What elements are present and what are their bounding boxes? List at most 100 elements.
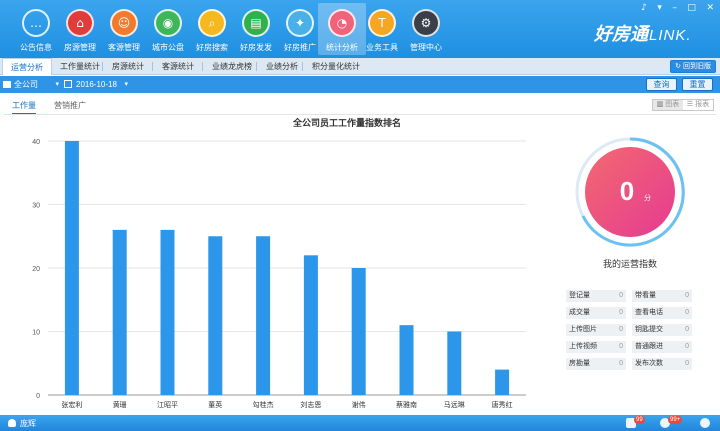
score-label: 我的运营指数 [602, 259, 657, 269]
user-icon [8, 419, 16, 427]
nav-business-tools[interactable]: T 业务工具 [360, 3, 404, 55]
tab-customer-stats[interactable]: 客源统计 [154, 58, 202, 75]
tab-points-stats[interactable]: 积分量化统计 [304, 58, 368, 75]
nav-city-pool[interactable]: ◉ 城市公盘 [146, 3, 190, 55]
tab-house-stats[interactable]: 房源统计 [104, 58, 152, 75]
stat-value: 0 [619, 360, 623, 367]
chevron-down-icon: ▾ [55, 81, 59, 88]
stat-follow-ups: 普通跟进 0 [632, 341, 692, 353]
nav-house-publish[interactable]: ▤ 好房发发 [234, 3, 278, 55]
status-bar: 庞辉 99 99+ [0, 415, 720, 431]
workload-bar-chart: 全公司员工工作量指数排名 0 10 20 30 40 张宏利 黄珊 江昭平 董英 勾桂杰 刘志恩 谢伟 蔡… [32, 117, 526, 409]
current-user[interactable]: 庞辉 [8, 418, 36, 429]
tab-workload[interactable]: 工作量 [12, 100, 36, 115]
x-tick-label: 刘志恩 [300, 400, 321, 409]
stat-label: 房勘量 [569, 360, 590, 367]
refresh-icon: ↻ [675, 63, 682, 70]
tab-separator [202, 62, 203, 71]
chart-title: 全公司员工工作量指数排名 [292, 117, 401, 128]
reset-button[interactable]: 重置 [682, 78, 713, 91]
nav-house-search[interactable]: ⌕ 好房搜索 [190, 3, 234, 55]
stat-deals: 成交量 0 [566, 307, 626, 319]
sub-tab-bar: 运营分析 工作量统计 房源统计 客源统计 业绩龙虎榜 业绩分析 积分量化统计 ↻… [0, 58, 720, 75]
stat-label: 查看电话 [635, 309, 663, 316]
announcement-icon: … [22, 9, 50, 37]
house-icon: ⌂ [66, 9, 94, 37]
company-value: 全公司 [14, 80, 38, 89]
score-value: 0 [620, 176, 634, 206]
management-icon: ⚙ [412, 9, 440, 37]
query-button[interactable]: 查询 [646, 78, 677, 91]
maximize-icon[interactable]: □ [687, 3, 696, 13]
back-to-old-version-button[interactable]: ↻ 回到旧版 [670, 60, 716, 73]
tab-performance-analysis[interactable]: 业绩分析 [258, 58, 306, 75]
bar [208, 236, 223, 395]
stat-surveys: 房勘量 0 [566, 358, 626, 370]
chat-icon[interactable] [700, 418, 710, 428]
bell-icon[interactable]: ♪ [641, 3, 647, 13]
customer-icon: ☺ [110, 9, 138, 37]
stat-value: 0 [685, 292, 689, 299]
stat-value: 0 [619, 309, 623, 316]
stat-value: 0 [685, 309, 689, 316]
x-tick-label: 谢伟 [352, 400, 366, 409]
x-tick-label: 张宏利 [61, 400, 82, 409]
search-icon: ⌕ [198, 9, 226, 37]
bar [399, 325, 414, 395]
stat-viewings: 带看量 0 [632, 290, 692, 302]
nav-label: 管理中心 [410, 43, 442, 52]
calendar-icon [64, 80, 72, 88]
chevron-down-icon: ▾ [124, 81, 128, 88]
brand-logo: 好房通LINK. [594, 20, 692, 46]
stat-value: 0 [619, 292, 623, 299]
x-tick-label: 黄珊 [113, 400, 127, 409]
tab-workload-stats[interactable]: 工作量统计 [52, 58, 108, 75]
y-tick-label: 30 [32, 203, 40, 210]
x-tick-label: 勾桂杰 [253, 400, 274, 409]
bar [64, 141, 79, 395]
stat-publish-count: 发布次数 0 [632, 358, 692, 370]
brand-name: 好房通 [594, 24, 648, 44]
y-tick-label: 20 [32, 266, 40, 273]
minimize-icon[interactable]: – [672, 3, 677, 13]
close-icon[interactable]: ✕ [706, 3, 714, 13]
stat-value: 0 [619, 343, 623, 350]
main-content: 工作量 营销推广 ▥ 图表 ☰ 报表 全公司员工工作量指数排名 0 10 20 30 40… [0, 93, 720, 415]
stat-video-uploads: 上传视频 0 [566, 341, 626, 353]
view-toggle: ▥ 图表 ☰ 报表 [652, 99, 714, 111]
tab-separator [152, 62, 153, 71]
chart-view-button[interactable]: ▥ 图表 [653, 100, 683, 110]
stat-registrations: 登记量 0 [566, 290, 626, 302]
statistics-icon: ◔ [328, 9, 356, 37]
date-picker[interactable]: 2016-10-18 ▾ [64, 78, 128, 91]
refresh-label: 回到旧版 [683, 63, 711, 70]
city-pool-icon: ◉ [154, 9, 182, 37]
stat-label: 上传图片 [569, 326, 597, 333]
company-select[interactable]: 全公司 ▾ [3, 78, 59, 91]
x-tick-label: 江昭平 [157, 401, 178, 409]
x-tick-label: 唐秀红 [492, 400, 513, 409]
stat-key-submissions: 钥匙提交 0 [632, 324, 692, 336]
chart-view-label: 图表 [665, 101, 680, 108]
date-value: 2016-10-18 [76, 80, 117, 89]
tab-operation-analysis[interactable]: 运营分析 [2, 58, 52, 75]
chevron-down-icon[interactable]: ▾ [657, 3, 662, 13]
nav-announcement[interactable]: … 公告信息 [14, 3, 58, 55]
stat-label: 带看量 [635, 292, 656, 299]
nav-house-management[interactable]: ⌂ 房源管理 [58, 3, 102, 55]
tab-performance-ranking[interactable]: 业绩龙虎榜 [204, 58, 260, 75]
stat-label: 登记量 [569, 292, 590, 299]
report-view-button[interactable]: ☰ 报表 [683, 100, 713, 110]
y-tick-label: 0 [36, 393, 40, 400]
tab-marketing[interactable]: 营销推广 [54, 100, 86, 111]
stat-label: 发布次数 [635, 360, 663, 367]
divider [4, 114, 716, 115]
stat-photo-uploads: 上传图片 0 [566, 324, 626, 336]
stat-value: 0 [685, 326, 689, 333]
user-name: 庞辉 [20, 419, 36, 428]
bar [447, 331, 462, 395]
nav-customer-management[interactable]: ☺ 客源管理 [102, 3, 146, 55]
score-ring: 0 分 [575, 137, 685, 247]
bar [495, 369, 510, 395]
nav-management-center[interactable]: ⚙ 管理中心 [404, 3, 448, 55]
